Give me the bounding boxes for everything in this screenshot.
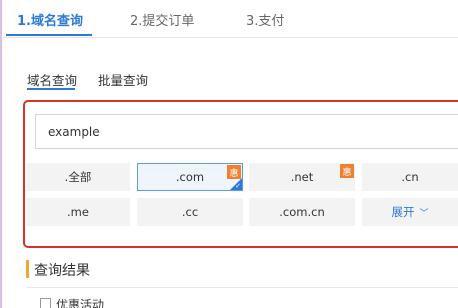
- chevron-down-icon: ﹀: [419, 208, 429, 219]
- tld-option-net[interactable]: .net 惠: [249, 163, 355, 191]
- tab-batch-query[interactable]: 批量查询: [98, 70, 148, 89]
- discount-badge: 惠: [227, 165, 241, 179]
- result-title: 查询结果: [34, 263, 90, 279]
- tld-option-all[interactable]: .全部: [26, 163, 130, 191]
- promo-label: 优惠活动: [56, 298, 105, 308]
- expand-button[interactable]: 展开 ﹀: [362, 198, 458, 226]
- tld-label: .cc: [181, 205, 199, 219]
- tld-option-cn[interactable]: .cn: [362, 163, 458, 191]
- checkmark-icon: ✓: [235, 182, 241, 190]
- tld-option-cc[interactable]: .cc: [137, 198, 243, 226]
- step-submit-order[interactable]: 2.提交订单: [130, 10, 194, 29]
- tld-label: .com.cn: [279, 205, 325, 219]
- tld-label: .net: [290, 170, 314, 184]
- result-divider: [26, 287, 458, 288]
- tld-option-me[interactable]: .me: [26, 198, 130, 226]
- active-tab-underline: [27, 88, 75, 90]
- discount-badge: 惠: [340, 164, 354, 178]
- step-domain-query[interactable]: 1.域名查询: [17, 10, 83, 29]
- result-title-accent: [26, 260, 29, 278]
- tld-label: .cn: [401, 170, 419, 184]
- tld-label: .com: [175, 170, 205, 184]
- step-payment[interactable]: 3.支付: [246, 10, 284, 29]
- tld-label: .me: [67, 205, 89, 219]
- step-bar: 1.域名查询 2.提交订单 3.支付: [2, 0, 458, 38]
- tld-option-com[interactable]: .com 惠 ✓: [137, 163, 243, 191]
- expand-label: 展开: [391, 205, 415, 219]
- domain-search-panel: 1.域名查询 2.提交订单 3.支付 域名查询 批量查询 .全部 .com 惠 …: [2, 0, 458, 308]
- active-step-underline: [6, 34, 92, 36]
- domain-search-input[interactable]: [35, 114, 458, 149]
- tab-domain-query[interactable]: 域名查询: [27, 70, 77, 89]
- promo-checkbox[interactable]: [40, 298, 51, 308]
- tld-label: .全部: [64, 170, 92, 184]
- tld-option-comcn[interactable]: .com.cn: [249, 198, 355, 226]
